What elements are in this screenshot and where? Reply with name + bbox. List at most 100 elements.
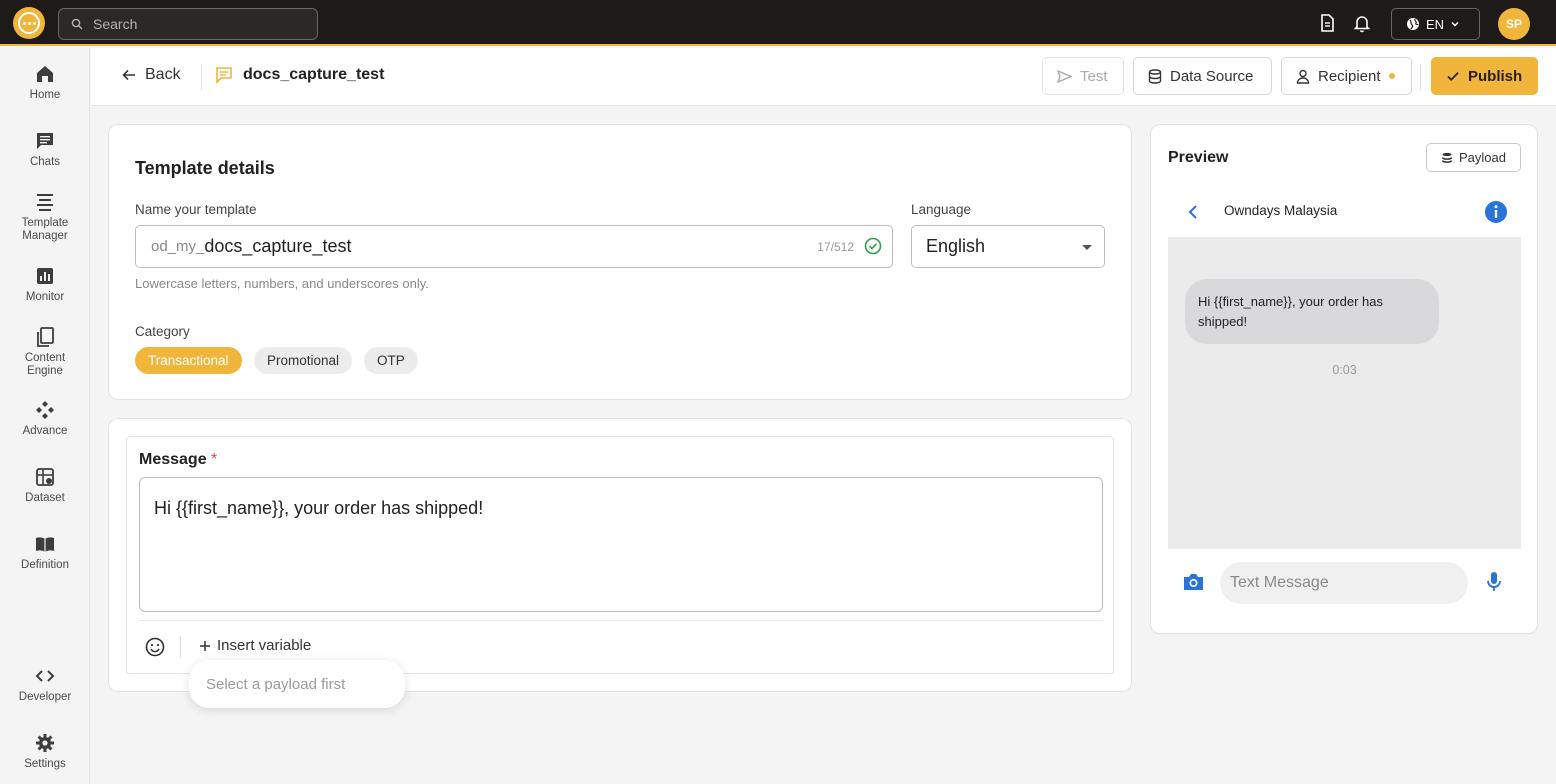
name-hint: Lowercase letters, numbers, and undersco… bbox=[135, 276, 429, 291]
sidebar-item-content-engine[interactable]: Content Engine bbox=[0, 326, 90, 378]
payload-button[interactable]: Payload bbox=[1426, 143, 1521, 172]
check-circle-icon bbox=[864, 237, 882, 255]
arrow-left-icon bbox=[122, 69, 135, 81]
message-label: Message * bbox=[139, 451, 217, 469]
app-logo[interactable] bbox=[13, 7, 45, 39]
plus-icon bbox=[200, 640, 210, 651]
publish-button[interactable]: Publish bbox=[1431, 57, 1538, 95]
chat-input-bar: Text Message bbox=[1168, 549, 1521, 617]
name-label: Name your template bbox=[135, 202, 257, 217]
camera-icon[interactable] bbox=[1182, 572, 1205, 592]
recipient-button[interactable]: Recipient bbox=[1281, 57, 1412, 95]
message-editor: Message * Hi {{first_name}}, your order … bbox=[126, 436, 1114, 674]
stack-icon bbox=[1441, 152, 1453, 163]
preview-card: Preview Payload Owndays Malaysia Hi {{fi… bbox=[1150, 124, 1538, 634]
advance-icon bbox=[36, 401, 54, 419]
sidebar-item-label: Template Manager bbox=[21, 217, 69, 242]
message-textarea[interactable]: Hi {{first_name}}, your order has shippe… bbox=[139, 477, 1103, 612]
template-icon bbox=[37, 194, 53, 211]
name-value: docs_capture_test bbox=[204, 236, 352, 256]
toolbar-divider bbox=[139, 620, 1103, 621]
dataset-icon bbox=[36, 468, 54, 486]
sidebar-item-template-manager[interactable]: Template Manager bbox=[0, 191, 90, 243]
sidebar-item-dataset[interactable]: Dataset bbox=[0, 466, 90, 505]
chat-body: Hi {{first_name}}, your order has shippe… bbox=[1168, 237, 1521, 549]
top-bar: Search EN SP bbox=[0, 0, 1556, 46]
sidebar-item-definition[interactable]: Definition bbox=[0, 533, 90, 572]
language-value: English bbox=[926, 236, 986, 256]
sidebar-item-settings[interactable]: Settings bbox=[0, 732, 90, 771]
search-input[interactable]: Search bbox=[58, 8, 318, 40]
avatar[interactable]: SP bbox=[1498, 8, 1530, 40]
toolbar-separator bbox=[180, 636, 181, 658]
sidebar-item-label: Advance bbox=[22, 425, 68, 437]
language-code: EN bbox=[1426, 16, 1445, 32]
sidebar-item-monitor[interactable]: Monitor bbox=[0, 265, 90, 304]
category-chip-transactional[interactable]: Transactional bbox=[135, 347, 242, 374]
template-details-card: Template details Name your template od_m… bbox=[108, 124, 1132, 400]
sidebar-item-label: Chats bbox=[29, 156, 61, 168]
message-card: Message * Hi {{first_name}}, your order … bbox=[108, 418, 1132, 692]
test-label: Test bbox=[1080, 67, 1108, 85]
template-name: docs_capture_test bbox=[243, 66, 385, 83]
test-button[interactable]: Test bbox=[1042, 57, 1124, 95]
content-icon bbox=[37, 327, 54, 347]
category-chip-otp[interactable]: OTP bbox=[364, 347, 418, 374]
recipient-status-dot bbox=[1388, 73, 1395, 79]
monitor-icon bbox=[37, 268, 53, 284]
sidebar-item-developer[interactable]: Developer bbox=[0, 665, 90, 704]
insert-variable-button[interactable]: Insert variable bbox=[199, 637, 311, 654]
preview-title: Preview bbox=[1168, 149, 1229, 166]
search-placeholder: Search bbox=[93, 16, 138, 32]
text-message-input[interactable]: Text Message bbox=[1220, 562, 1468, 604]
sidebar-item-home[interactable]: Home bbox=[0, 63, 90, 102]
sidebar-item-label: Definition bbox=[21, 559, 69, 571]
phone-header: Owndays Malaysia bbox=[1168, 187, 1521, 237]
back-button[interactable]: Back bbox=[121, 66, 181, 84]
microphone-icon[interactable] bbox=[1486, 571, 1502, 593]
page-header: Back docs_capture_test Test Data Source … bbox=[91, 48, 1556, 106]
back-label: Back bbox=[145, 66, 181, 83]
bell-icon[interactable] bbox=[1352, 13, 1372, 33]
globe-icon bbox=[1407, 18, 1419, 30]
contact-name: Owndays Malaysia bbox=[1224, 203, 1338, 218]
sidebar-item-chats[interactable]: Chats bbox=[0, 130, 90, 169]
person-icon bbox=[1296, 69, 1310, 84]
message-timestamp: 0:03 bbox=[1332, 363, 1357, 377]
message-bubble: Hi {{first_name}}, your order has shippe… bbox=[1185, 279, 1439, 344]
required-mark: * bbox=[211, 451, 218, 468]
info-icon[interactable] bbox=[1484, 200, 1508, 224]
page-title: docs_capture_test bbox=[215, 66, 384, 84]
section-title: Template details bbox=[135, 158, 275, 178]
recipient-label: Recipient bbox=[1318, 67, 1381, 85]
data-source-button[interactable]: Data Source bbox=[1133, 57, 1272, 95]
message-label-text: Message bbox=[139, 451, 207, 468]
data-source-label: Data Source bbox=[1170, 67, 1254, 85]
send-icon bbox=[1057, 69, 1072, 83]
emoji-icon[interactable] bbox=[144, 636, 166, 658]
category-chip-promotional[interactable]: Promotional bbox=[254, 347, 353, 374]
code-icon bbox=[35, 670, 55, 682]
message-icon bbox=[216, 67, 232, 84]
caret-down-icon bbox=[1082, 245, 1092, 250]
publish-label: Publish bbox=[1468, 67, 1523, 85]
chat-icon bbox=[37, 133, 53, 149]
document-icon[interactable] bbox=[1317, 13, 1337, 33]
check-icon bbox=[1447, 72, 1459, 81]
sidebar: Home Chats Template Manager Monitor Cont… bbox=[0, 48, 90, 784]
sidebar-item-label: Dataset bbox=[25, 492, 65, 504]
template-name-field[interactable]: od_my_ docs_capture_test 17/512 bbox=[135, 225, 893, 268]
sidebar-item-label: Developer bbox=[18, 691, 72, 703]
home-icon bbox=[37, 66, 53, 82]
language-select[interactable]: English bbox=[911, 225, 1105, 268]
database-icon bbox=[1148, 68, 1162, 84]
name-prefix: od_my_ bbox=[151, 238, 205, 255]
sidebar-item-label: Settings bbox=[24, 758, 66, 770]
insert-variable-label: Insert variable bbox=[217, 637, 312, 654]
category-label: Category bbox=[135, 324, 190, 339]
sidebar-item-advance[interactable]: Advance bbox=[0, 399, 90, 438]
language-switcher[interactable]: EN bbox=[1391, 8, 1480, 40]
search-icon bbox=[71, 18, 83, 30]
chevron-left-icon[interactable] bbox=[1186, 204, 1200, 220]
logo-mark bbox=[18, 12, 40, 34]
